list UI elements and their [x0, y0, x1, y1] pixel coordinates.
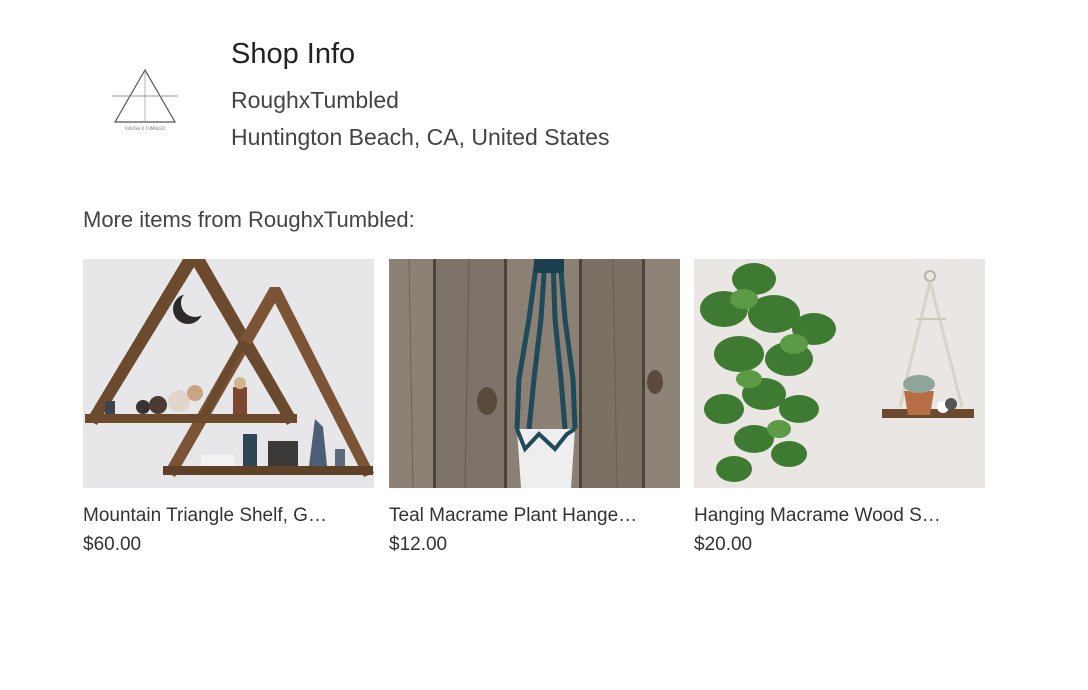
item-card-mountain-shelf[interactable]: Mountain Triangle Shelf, G… $60.00: [83, 259, 374, 559]
item-title[interactable]: Teal Macrame Plant Hange…: [389, 504, 680, 528]
item-card-teal-macrame[interactable]: Teal Macrame Plant Hange… $12.00: [389, 259, 680, 559]
triangle-shelf-photo[interactable]: [83, 259, 374, 488]
macrame-hanger-photo[interactable]: [389, 259, 680, 488]
hanging-shelf-photo[interactable]: [694, 259, 985, 488]
item-price: $12.00: [389, 534, 448, 555]
item-price: $20.00: [694, 534, 753, 555]
shop-name[interactable]: RoughxTumbled: [231, 86, 399, 114]
shop-info-heading: Shop Info: [231, 38, 356, 70]
more-items-heading: More items from RoughxTumbled:: [83, 207, 415, 232]
item-price: $60.00: [83, 534, 142, 555]
logo-text: ROUGH X TUMBLED: [125, 126, 165, 131]
shop-location: Huntington Beach, CA, United States: [231, 124, 610, 150]
item-card-hanging-shelf[interactable]: Hanging Macrame Wood S… $20.00: [694, 259, 985, 559]
item-title[interactable]: Hanging Macrame Wood S…: [694, 504, 985, 528]
triangle-logo-icon[interactable]: ROUGH X TUMBLED: [108, 62, 182, 134]
shop-info-section: ROUGH X TUMBLED Shop Info RoughxTumbled …: [0, 0, 1088, 180]
item-title[interactable]: Mountain Triangle Shelf, G…: [83, 504, 374, 528]
